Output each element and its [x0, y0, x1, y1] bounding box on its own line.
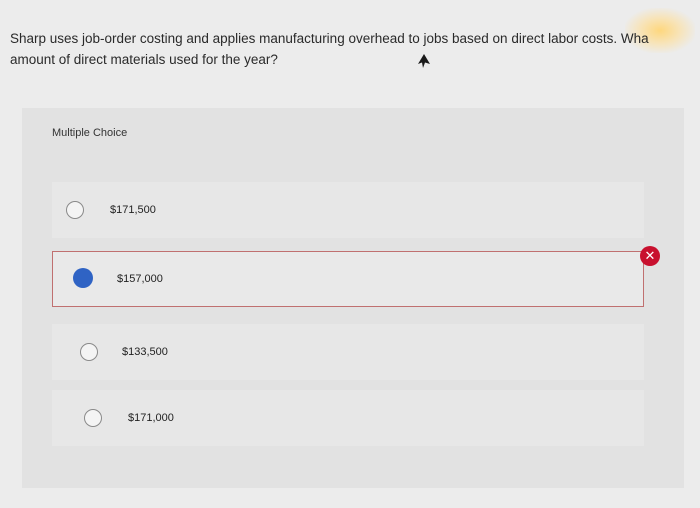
question-line-1: Sharp uses job-order costing and applies… — [10, 31, 649, 46]
option-label: $171,000 — [128, 412, 174, 424]
x-icon: ✕ — [640, 246, 660, 266]
option-2-selected[interactable]: $157,000 — [52, 251, 644, 307]
radio-button-selected[interactable] — [73, 268, 93, 288]
radio-button[interactable] — [80, 343, 98, 361]
option-1[interactable]: $171,500 — [52, 182, 644, 238]
mouse-cursor-icon — [418, 54, 430, 68]
question-line-2: amount of direct materials used for the … — [10, 52, 278, 67]
option-3[interactable]: $133,500 — [52, 324, 644, 380]
option-label: $157,000 — [117, 273, 163, 285]
radio-button[interactable] — [84, 409, 102, 427]
multiple-choice-label: Multiple Choice — [52, 127, 128, 139]
option-label: $171,500 — [110, 204, 156, 216]
radio-button[interactable] — [66, 201, 84, 219]
option-label: $133,500 — [122, 346, 168, 358]
question-text: Sharp uses job-order costing and applies… — [10, 28, 690, 70]
option-4[interactable]: $171,000 — [52, 390, 644, 446]
